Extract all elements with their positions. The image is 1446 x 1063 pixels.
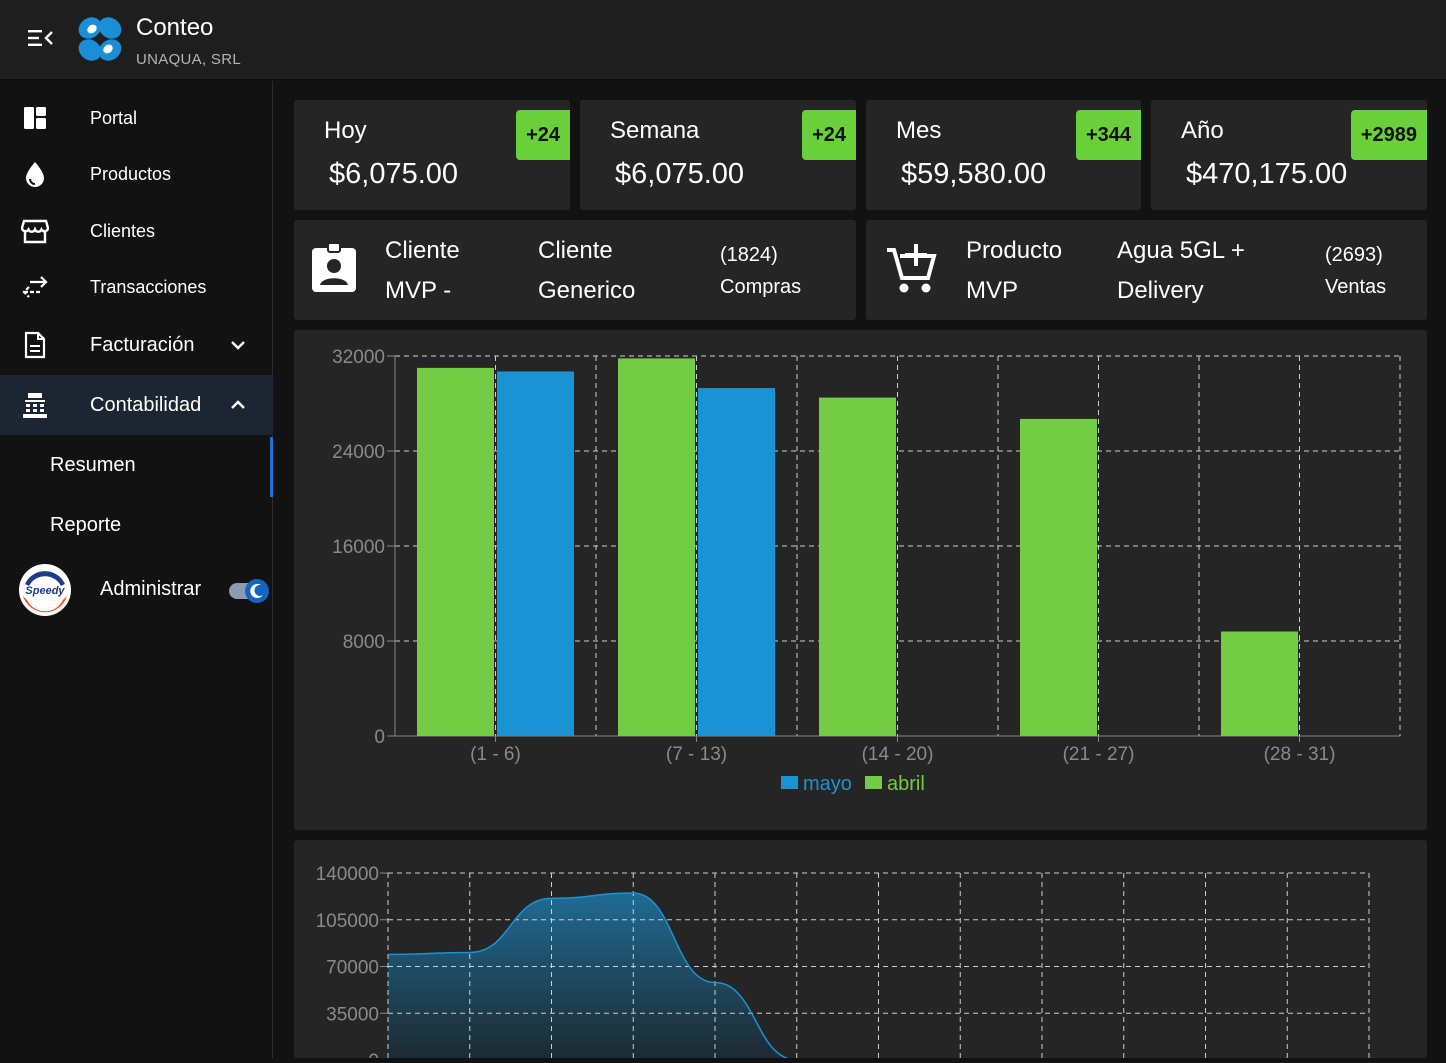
sidebar-item-transacciones[interactable]: Transacciones xyxy=(0,259,273,315)
x-tick-label: (28 - 31) xyxy=(1264,744,1336,765)
x-tick-label: (7 - 13) xyxy=(666,744,727,765)
dashboard-icon xyxy=(20,103,50,133)
mvp-product-label: Producto MVP xyxy=(966,237,1063,304)
y-tick-label: 8000 xyxy=(343,632,385,653)
stat-title: Mes xyxy=(896,117,942,144)
app-title: Conteo xyxy=(136,14,214,41)
sidebar-subitem-reporte[interactable]: Reporte xyxy=(0,497,273,553)
legend-swatch-abril xyxy=(865,776,882,789)
storefront-icon xyxy=(20,216,50,246)
monthly-area-chart: 0 35000 70000 105000 140000 xyxy=(316,864,1370,1063)
menu-collapse-button[interactable] xyxy=(22,24,58,52)
stat-title: Año xyxy=(1181,117,1224,144)
avatar-logo-text: Speedy xyxy=(25,585,65,597)
dark-mode-toggle[interactable] xyxy=(228,578,270,604)
mvp-client-label: Cliente MVP - xyxy=(385,237,460,304)
bar-mayo xyxy=(497,371,574,736)
sidebar-item-label: Portal xyxy=(90,107,138,128)
stat-value: $470,175.00 xyxy=(1186,158,1348,190)
bar-mayo xyxy=(698,388,775,736)
y-tick-label: 32000 xyxy=(332,347,385,368)
area-fill xyxy=(388,893,1288,1060)
chevron-up-icon xyxy=(231,400,245,409)
avatar[interactable]: Speedy xyxy=(19,564,71,616)
document-icon xyxy=(20,330,50,360)
y-tick-label: 0 xyxy=(368,1051,379,1058)
stat-card-hoy: Hoy $6,075.00 +24 xyxy=(294,100,570,210)
sidebar-item-label: Productos xyxy=(90,163,172,184)
legend-label-abril: abril xyxy=(887,773,925,795)
sidebar-subitem-resumen[interactable]: Resumen xyxy=(0,437,273,497)
x-tick-label: (21 - 27) xyxy=(1063,744,1135,765)
admin-label: Administrar xyxy=(100,578,202,600)
top-app-bar: Conteo UNAQUA, SRL xyxy=(0,0,1446,80)
sidebar-item-label: Clientes xyxy=(90,220,156,241)
client-badge-icon xyxy=(312,242,356,292)
weekly-bar-chart-card: 0 8000 16000 24000 32000 (1 - 6) (7 - 13) (14 -… xyxy=(294,330,1427,830)
stat-badge: +344 xyxy=(1075,110,1141,160)
sidebar-item-contabilidad[interactable]: Contabilidad xyxy=(0,375,273,435)
mvp-client-card: Cliente MVP - Cliente Generico (1824) Co… xyxy=(294,220,856,320)
stat-card-semana: Semana $6,075.00 +24 xyxy=(580,100,856,210)
sidebar-item-label: Transacciones xyxy=(90,276,207,297)
stat-value: $6,075.00 xyxy=(329,158,459,190)
bar-abril xyxy=(618,358,695,736)
stat-title: Semana xyxy=(610,117,700,144)
weekly-bar-chart: 0 8000 16000 24000 32000 (1 - 6) (7 - 13) (14 -… xyxy=(332,347,1401,795)
mvp-client-count: (1824) Compras xyxy=(720,244,802,298)
mvp-product-card: Producto MVP Agua 5GL + Delivery (2693) … xyxy=(866,220,1427,320)
mvp-client-name: Cliente Generico xyxy=(538,237,636,304)
bar-abril xyxy=(1020,418,1097,736)
company-name: UNAQUA, SRL xyxy=(136,51,241,68)
calculator-icon xyxy=(20,390,50,420)
sidebar-subitem-label: Reporte xyxy=(50,513,122,536)
water-drop-icon xyxy=(20,159,50,189)
stat-value: $6,075.00 xyxy=(615,158,745,190)
stat-card-ano: Año $470,175.00 +2989 xyxy=(1151,100,1427,210)
y-tick-label: 140000 xyxy=(316,864,379,885)
x-tick-label: (1 - 6) xyxy=(470,744,521,765)
y-tick-label: 16000 xyxy=(332,537,385,558)
y-tick-label: 24000 xyxy=(332,442,385,463)
sidebar-item-productos[interactable]: Productos xyxy=(0,146,273,202)
bar-abril xyxy=(819,397,896,736)
sidebar-item-portal[interactable]: Portal xyxy=(0,90,273,146)
stat-badge: +2989 xyxy=(1350,110,1427,160)
sidebar-item-label: Contabilidad xyxy=(90,393,202,416)
mvp-product-count: (2693) Ventas xyxy=(1325,244,1387,298)
stat-badge: +24 xyxy=(802,110,856,160)
chevron-down-icon xyxy=(231,341,245,350)
mvp-product-name: Agua 5GL + Delivery xyxy=(1117,237,1245,304)
x-tick-label: (14 - 20) xyxy=(862,744,934,765)
legend-swatch-mayo xyxy=(781,776,798,789)
swap-arrows-icon xyxy=(20,272,50,302)
sidebar-item-clientes[interactable]: Clientes xyxy=(0,203,273,259)
y-tick-label: 105000 xyxy=(316,911,379,932)
sidebar-item-label: Facturación xyxy=(90,333,195,356)
stat-title: Hoy xyxy=(324,117,367,144)
sidebar-item-facturacion[interactable]: Facturación xyxy=(0,317,273,373)
bar-abril xyxy=(1221,631,1298,736)
menu-open-icon xyxy=(28,30,53,46)
sidebar-subitem-label: Resumen xyxy=(50,453,136,476)
stat-card-mes: Mes $59,580.00 +344 xyxy=(866,100,1141,210)
bar-abril xyxy=(417,367,494,736)
y-tick-label: 70000 xyxy=(326,958,379,979)
monthly-area-chart-card: 0 35000 70000 105000 140000 xyxy=(294,840,1427,1063)
y-tick-label: 35000 xyxy=(326,1004,379,1025)
active-indicator xyxy=(270,437,273,497)
y-tick-label: 0 xyxy=(374,727,385,748)
legend-label-mayo: mayo xyxy=(803,773,852,795)
add-cart-icon xyxy=(887,244,937,293)
app-logo xyxy=(72,14,128,64)
stat-value: $59,580.00 xyxy=(901,158,1047,190)
stat-badge: +24 xyxy=(516,110,570,160)
